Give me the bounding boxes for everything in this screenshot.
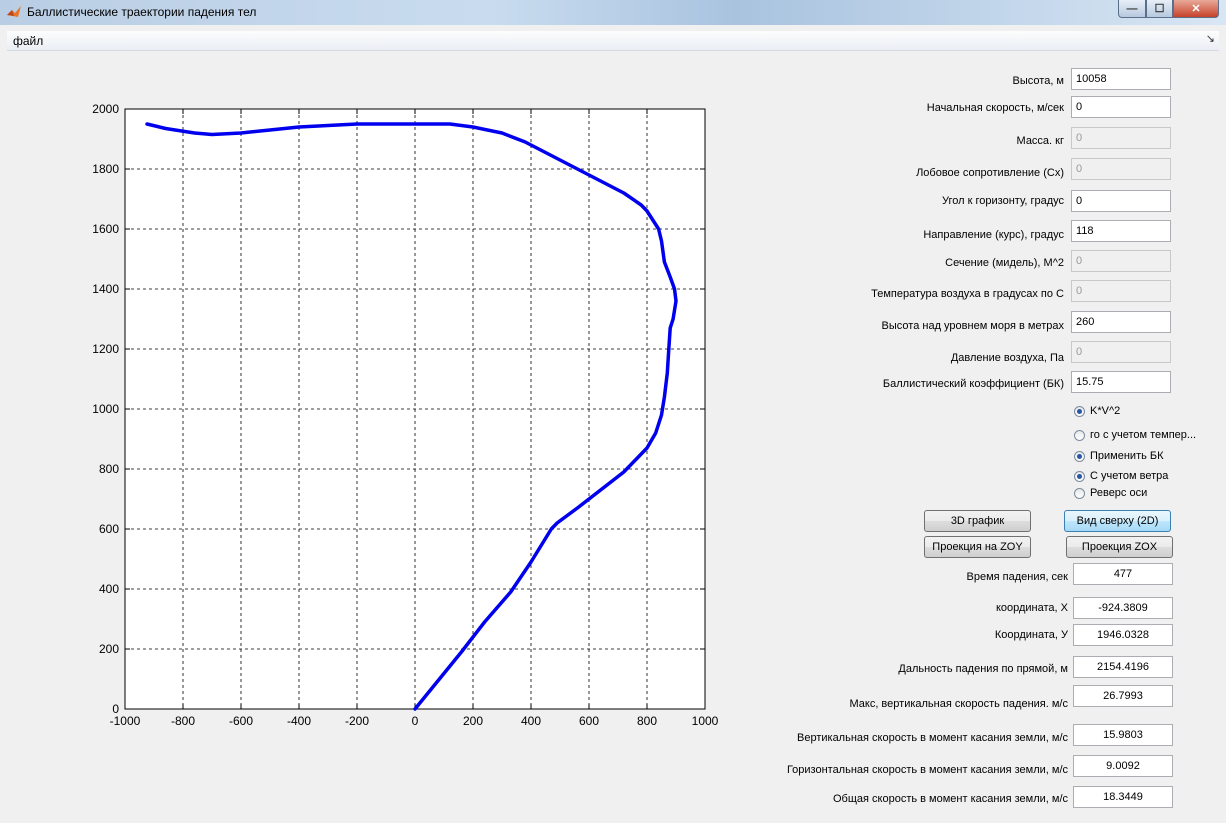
result-field-0: 477 bbox=[1073, 563, 1173, 585]
radio-label: K*V^2 bbox=[1090, 405, 1121, 417]
main-window: Баллистические траектории падения тел — … bbox=[0, 0, 1226, 823]
radio-unchecked-icon[interactable] bbox=[1074, 487, 1085, 499]
input-field-10[interactable]: 15.75 bbox=[1071, 371, 1171, 393]
x-tick-label: -1000 bbox=[110, 714, 141, 728]
input-label-1: Начальная скорость, м/сек bbox=[926, 102, 1064, 114]
window-title: Баллистические траектории падения тел bbox=[27, 5, 257, 19]
top-view-button[interactable]: Вид сверху (2D) bbox=[1064, 510, 1171, 532]
input-label-4: Угол к горизонту, градус bbox=[942, 195, 1064, 207]
input-field-3[interactable]: 0 bbox=[1071, 158, 1171, 180]
y-tick-label: 1600 bbox=[92, 222, 119, 236]
input-field-0[interactable]: 10058 bbox=[1071, 68, 1171, 90]
result-label-1: координата, X bbox=[995, 602, 1068, 614]
x-tick-label: -200 bbox=[345, 714, 369, 728]
result-field-5: 15.9803 bbox=[1073, 724, 1173, 746]
radio-option-1[interactable]: го с учетом темпер... bbox=[1074, 429, 1196, 441]
result-field-7: 18.3449 bbox=[1073, 786, 1173, 808]
y-tick-label: 0 bbox=[112, 702, 119, 716]
input-label-6: Сечение (мидель), М^2 bbox=[945, 257, 1064, 269]
input-label-0: Высота, м bbox=[1012, 75, 1064, 87]
minimize-button[interactable]: — bbox=[1118, 0, 1146, 18]
result-label-5: Вертикальная скорость в момент касания з… bbox=[797, 732, 1068, 744]
result-label-2: Координата, У bbox=[994, 629, 1068, 641]
projection-zoy-button[interactable]: Проекция на ZOY bbox=[924, 536, 1031, 558]
radio-label: Реверс оси bbox=[1090, 487, 1148, 499]
x-tick-label: 1000 bbox=[692, 714, 719, 728]
y-tick-label: 800 bbox=[99, 462, 119, 476]
maximize-icon: ☐ bbox=[1154, 3, 1165, 15]
result-label-3: Дальность падения по прямой, м bbox=[898, 663, 1068, 675]
x-tick-label: 600 bbox=[579, 714, 599, 728]
close-icon: ✕ bbox=[1191, 3, 1201, 15]
radio-option-4[interactable]: Реверс оси bbox=[1074, 487, 1147, 499]
x-tick-label: 800 bbox=[637, 714, 657, 728]
input-label-2: Масса. кг bbox=[1016, 135, 1064, 147]
minimize-icon: — bbox=[1126, 2, 1138, 15]
y-tick-label: 2000 bbox=[92, 102, 119, 116]
maximize-button[interactable]: ☐ bbox=[1146, 0, 1173, 18]
x-tick-label: 200 bbox=[463, 714, 483, 728]
result-field-4: 26.7993 bbox=[1073, 685, 1173, 707]
radio-option-2[interactable]: Применить БК bbox=[1074, 450, 1164, 462]
input-field-6[interactable]: 0 bbox=[1071, 250, 1171, 272]
input-field-1[interactable]: 0 bbox=[1071, 96, 1171, 118]
input-field-8[interactable]: 260 bbox=[1071, 311, 1171, 333]
plot-3d-button[interactable]: 3D график bbox=[924, 510, 1031, 532]
radio-label: Применить БК bbox=[1090, 450, 1164, 462]
input-label-9: Давление воздуха, Па bbox=[950, 352, 1064, 364]
x-tick-label: 400 bbox=[521, 714, 541, 728]
x-tick-label: -400 bbox=[287, 714, 311, 728]
input-label-8: Высота над уровнем моря в метрах bbox=[881, 320, 1064, 332]
result-label-7: Общая скорость в момент касания земли, м… bbox=[833, 793, 1068, 805]
y-tick-label: 200 bbox=[99, 642, 119, 656]
result-field-2: 1946.0328 bbox=[1073, 624, 1173, 646]
close-button[interactable]: ✕ bbox=[1173, 0, 1219, 18]
y-tick-label: 600 bbox=[99, 522, 119, 536]
y-tick-label: 1000 bbox=[92, 402, 119, 416]
input-field-5[interactable]: 118 bbox=[1071, 220, 1171, 242]
radio-label: го с учетом темпер... bbox=[1090, 429, 1197, 441]
input-field-7[interactable]: 0 bbox=[1071, 280, 1171, 302]
input-field-2[interactable]: 0 bbox=[1071, 127, 1171, 149]
result-field-3: 2154.4196 bbox=[1073, 656, 1173, 678]
x-tick-label: -800 bbox=[171, 714, 195, 728]
result-label-4: Макс, вертикальная скорость падения. м/с bbox=[849, 698, 1068, 710]
radio-option-0[interactable]: K*V^2 bbox=[1074, 405, 1120, 417]
input-label-5: Направление (курс), градус bbox=[923, 229, 1064, 241]
matlab-icon bbox=[7, 6, 21, 17]
input-field-4[interactable]: 0 bbox=[1071, 190, 1171, 212]
y-tick-label: 1400 bbox=[92, 282, 119, 296]
trajectory-plot[interactable]: -1000 -800 -600 -400 -200 0 200 400 600 800 1000 0 2… bbox=[7, 31, 747, 751]
title-bar[interactable]: Баллистические траектории падения тел — … bbox=[0, 0, 1226, 25]
x-tick-label: 0 bbox=[412, 714, 419, 728]
y-tick-label: 1800 bbox=[92, 162, 119, 176]
dock-arrow-icon[interactable]: ↘ bbox=[1206, 32, 1215, 45]
result-label-6: Горизонтальная скорость в момент касания… bbox=[786, 764, 1068, 776]
radio-label: С учетом ветра bbox=[1090, 470, 1169, 482]
result-field-1: -924.3809 bbox=[1073, 597, 1173, 619]
y-tick-label: 400 bbox=[99, 582, 119, 596]
x-tick-label: -600 bbox=[229, 714, 253, 728]
radio-checked-icon[interactable] bbox=[1074, 450, 1085, 462]
radio-option-3[interactable]: С учетом ветра bbox=[1074, 470, 1168, 482]
input-label-7: Температура воздуха в градусах по С bbox=[871, 288, 1064, 300]
input-label-10: Баллистический коэффициент (БК) bbox=[882, 378, 1064, 390]
projection-zox-button[interactable]: Проекция ZOX bbox=[1066, 536, 1173, 558]
result-field-6: 9.0092 bbox=[1073, 755, 1173, 777]
y-tick-label: 1200 bbox=[92, 342, 119, 356]
input-label-3: Лобовое сопротивление (Cx) bbox=[916, 167, 1064, 179]
radio-checked-icon[interactable] bbox=[1074, 405, 1085, 417]
radio-checked-icon[interactable] bbox=[1074, 470, 1085, 482]
input-field-9[interactable]: 0 bbox=[1071, 341, 1171, 363]
figure-client-area: файл ↘ -1000 -800 -600 -400 -200 0 200 400 600 80… bbox=[7, 31, 1219, 816]
radio-unchecked-icon[interactable] bbox=[1074, 429, 1085, 441]
result-label-0: Время падения, сек bbox=[966, 571, 1068, 583]
